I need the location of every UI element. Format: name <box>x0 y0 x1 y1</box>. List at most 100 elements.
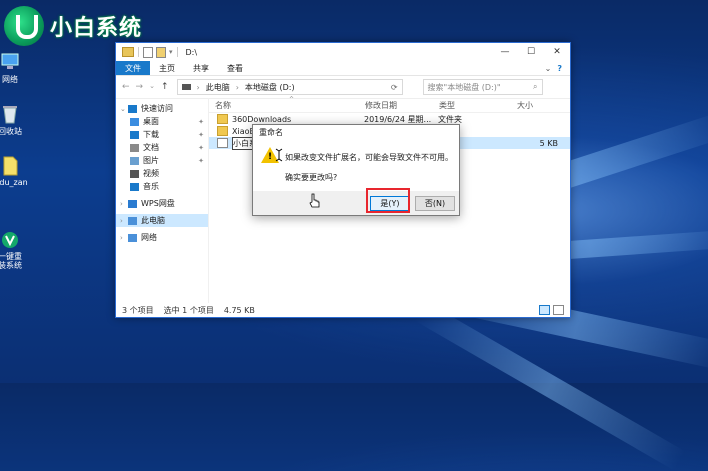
sidebar-item[interactable]: › 此电脑 <box>116 214 208 227</box>
ribbon: 文件 主页 共享 查看 ⌄ ? <box>116 61 570 76</box>
sidebar-item[interactable]: 音乐 <box>116 180 208 193</box>
sidebar-item[interactable]: 桌面 ✦ <box>116 115 208 128</box>
up-icon[interactable]: ↑ <box>161 82 169 92</box>
rename-dialog: 重命名 ! 如果改变文件扩展名，可能会导致文件不可用。 确实要更改吗? 是(Y)… <box>252 124 460 216</box>
network-icon <box>0 52 21 72</box>
computer-icon <box>128 216 137 225</box>
refresh-icon[interactable]: ⟳ <box>391 83 402 92</box>
expand-chevron-icon[interactable]: ⌄ <box>120 105 128 113</box>
close-icon[interactable]: ✕ <box>544 43 570 61</box>
large-icons-view-icon[interactable] <box>553 305 564 315</box>
hand-cursor-icon <box>309 193 320 208</box>
forward-icon[interactable]: → <box>136 82 144 92</box>
details-view-icon[interactable] <box>539 305 550 315</box>
column-name[interactable]: 名称 <box>209 100 359 111</box>
folder-icon <box>217 126 228 136</box>
minimize-icon[interactable]: — <box>492 43 518 61</box>
warning-icon-mark: ! <box>268 152 273 162</box>
sidebar-item-label: 桌面 <box>143 117 159 126</box>
logo-text: 小白系统 <box>50 16 143 41</box>
sidebar-item[interactable]: › WPS网盘 <box>116 197 208 210</box>
search-icon: ⌕ <box>533 82 538 91</box>
breadcrumb-separator-icon: › <box>196 82 200 92</box>
brand-logo: 小白系统 <box>4 6 142 46</box>
pin-icon: ✦ <box>198 156 204 165</box>
cell-type: 文件夹 <box>438 114 462 124</box>
folder-icon <box>217 114 228 124</box>
recycle-bin-icon <box>0 104 21 124</box>
sidebar-item[interactable]: 视频 <box>116 167 208 180</box>
sidebar-item-label: 快速访问 <box>141 104 173 113</box>
column-size[interactable]: 大小 <box>511 100 557 111</box>
star-icon <box>128 104 137 113</box>
sidebar-item-label: 网络 <box>141 233 157 242</box>
desktop-icon-recycle-bin[interactable]: 回收站 <box>0 104 30 137</box>
column-date[interactable]: 修改日期 <box>359 100 433 111</box>
dialog-footer: 是(Y) 否(N) <box>253 191 459 215</box>
sidebar-item[interactable]: 文档 ✦ <box>116 141 208 154</box>
back-icon[interactable]: ← <box>122 82 130 92</box>
expand-chevron-icon[interactable]: › <box>120 200 128 208</box>
sidebar-item[interactable]: 图片 ✦ <box>116 154 208 167</box>
pin-icon: ✦ <box>198 130 204 139</box>
cloud-icon <box>128 199 137 208</box>
title-bar: ▾ D:\ — ☐ ✕ <box>116 43 570 61</box>
expand-chevron-icon[interactable]: › <box>120 234 128 242</box>
network-icon <box>128 233 137 242</box>
expand-ribbon-chevron-icon[interactable]: ⌄ <box>545 64 552 73</box>
quick-access-toolbar-chevron-icon[interactable]: ▾ <box>169 48 173 56</box>
sidebar-item[interactable]: ⌄ 快速访问 <box>116 102 208 115</box>
selection-size: 4.75 KB <box>223 305 255 315</box>
no-button[interactable]: 否(N) <box>415 196 455 211</box>
reinstall-icon <box>0 221 21 248</box>
sidebar-item[interactable]: 下载 ✦ <box>116 128 208 141</box>
drive-icon <box>181 84 191 90</box>
desktop-icon-network[interactable]: 网络 <box>0 52 30 85</box>
column-type[interactable]: 类型 <box>433 100 511 111</box>
desktop-folder-icon <box>130 117 139 126</box>
text-cursor-icon <box>275 148 283 162</box>
breadcrumb-separator-icon: › <box>235 82 239 92</box>
desktop-icon-label: 一键重 装系统 <box>0 252 22 270</box>
pictures-icon <box>130 156 139 165</box>
documents-icon <box>130 143 139 152</box>
expand-chevron-icon[interactable]: › <box>120 217 128 225</box>
search-input[interactable]: 搜索"本地磁盘 (D:)" ⌕ <box>422 79 543 95</box>
column-header-row: 名称 修改日期 类型 大小 ^ <box>209 96 570 113</box>
search-placeholder: 搜索"本地磁盘 (D:)" <box>427 82 501 92</box>
videos-icon <box>130 169 139 178</box>
desktop-icon-reinstall[interactable]: 一键重 装系统 <box>0 212 30 279</box>
tab-share[interactable]: 共享 <box>184 61 218 75</box>
cell-date: 2019/6/24 星期... <box>364 114 432 124</box>
item-count: 3 个项目 <box>122 305 154 315</box>
properties-icon[interactable] <box>143 46 153 58</box>
desktop-icon-label: aidu_zan <box>0 178 28 187</box>
tab-view[interactable]: 查看 <box>218 61 252 75</box>
new-folder-icon[interactable] <box>156 46 166 58</box>
sidebar-item-label: 视频 <box>143 169 159 178</box>
breadcrumb-item[interactable]: 本地磁盘 (D:) <box>245 82 295 93</box>
divider <box>176 47 178 57</box>
pin-icon: ✦ <box>198 143 204 152</box>
address-bar-row: ← → ⌄ ↑ › 此电脑 › 本地磁盘 (D:) ⟳ 搜索"本地磁盘 (D:)… <box>116 76 570 99</box>
logo-mark <box>4 6 44 46</box>
window-title: D:\ <box>185 47 198 57</box>
file-icon <box>217 138 228 148</box>
breadcrumb-item[interactable]: 此电脑 <box>206 82 230 93</box>
status-bar: 3 个项目 选中 1 个项目 4.75 KB <box>116 303 570 317</box>
sidebar-item[interactable]: › 网络 <box>116 231 208 244</box>
maximize-icon[interactable]: ☐ <box>518 43 544 61</box>
tab-file[interactable]: 文件 <box>116 61 150 75</box>
highlight-box <box>366 188 410 213</box>
recent-chevron-icon[interactable]: ⌄ <box>149 82 155 92</box>
sidebar-item-label: WPS网盘 <box>141 199 175 208</box>
sort-chevron-icon: ^ <box>289 96 295 103</box>
help-icon[interactable]: ? <box>557 64 562 73</box>
desktop-icon-label: 回收站 <box>0 127 22 136</box>
selection-count: 选中 1 个项目 <box>163 305 214 315</box>
desktop-icon-label: 网络 <box>2 75 18 84</box>
tab-home[interactable]: 主页 <box>150 61 184 75</box>
breadcrumb[interactable]: › 此电脑 › 本地磁盘 (D:) ⟳ <box>176 79 403 95</box>
desktop-icon-file[interactable]: aidu_zan <box>0 156 30 187</box>
file-icon <box>0 156 21 176</box>
